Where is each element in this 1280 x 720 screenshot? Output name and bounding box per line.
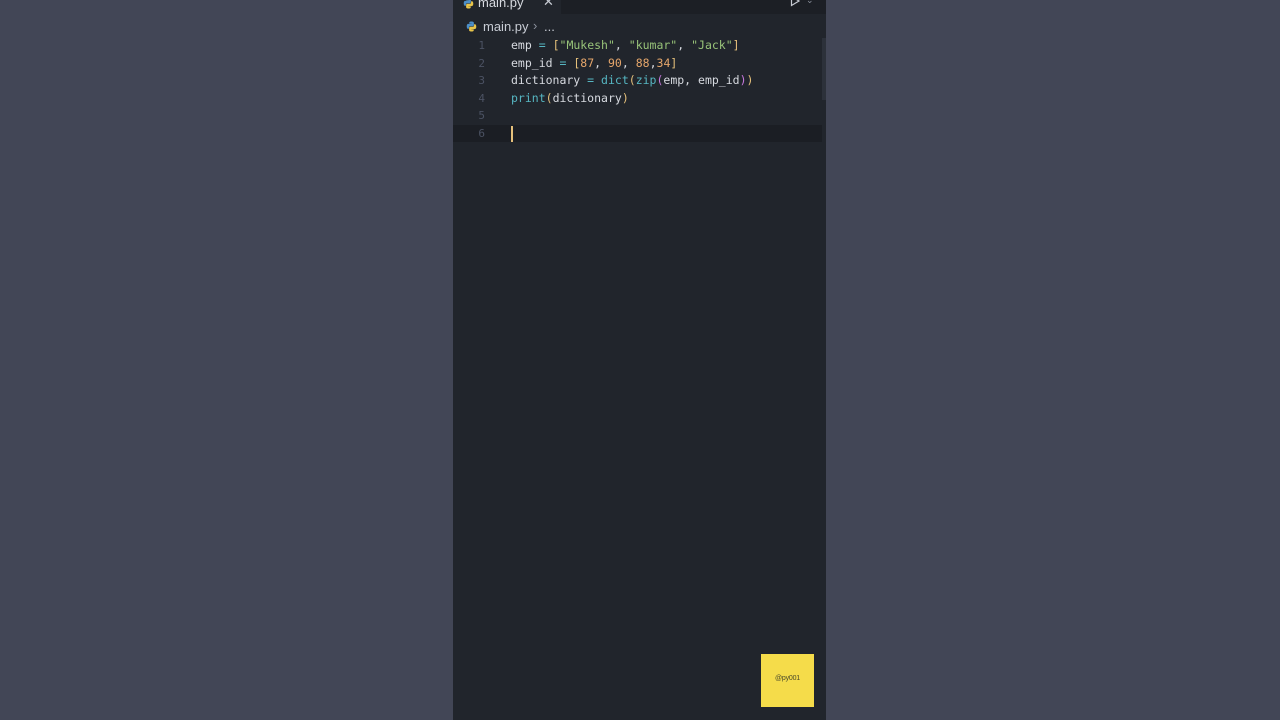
watermark-logo: @py001 (761, 654, 814, 707)
code-area[interactable]: 1 emp = ["Mukesh", "kumar", "Jack"] 2 emp_i… (453, 37, 826, 142)
vertical-scrollbar[interactable] (822, 38, 826, 100)
code-token: 90 (608, 55, 622, 70)
code-token: = (538, 38, 546, 52)
code-token: "Mukesh" (559, 38, 615, 52)
line-number: 1 (478, 39, 485, 52)
code-token: , (621, 55, 636, 70)
code-token: , (649, 55, 657, 70)
python-file-icon (463, 0, 474, 9)
code-token: ] (670, 55, 678, 70)
code-token: ( (545, 90, 553, 105)
chevron-right-icon: › (533, 18, 538, 33)
tab-label: main.py (478, 0, 524, 10)
code-token: ) (746, 73, 754, 87)
close-icon[interactable]: ✕ (543, 0, 554, 10)
text-cursor (511, 125, 513, 142)
code-token: ) (621, 90, 629, 105)
tab-main-py[interactable]: main.py ✕ (453, 0, 561, 14)
watermark-text: @py001 (775, 675, 800, 682)
code-token: "kumar" (628, 38, 678, 52)
code-token: , (594, 55, 608, 70)
code-token: , (677, 38, 692, 52)
python-file-icon (466, 21, 477, 32)
code-token: 87 (580, 55, 595, 70)
code-token: ] (732, 38, 740, 52)
code-text: print(dictionary) (511, 90, 629, 108)
code-line[interactable]: 5 (453, 107, 826, 125)
code-token: emp, emp_id (663, 73, 740, 87)
line-number: 2 (478, 56, 485, 70)
code-token: emp_id (511, 55, 560, 70)
line-number: 4 (478, 91, 485, 105)
code-line[interactable]: 3 dictionary = dict(zip(emp, emp_id)) (453, 72, 826, 90)
tab-bar: main.py ✕ ⌄ (453, 0, 826, 14)
code-token: print (511, 90, 546, 105)
code-token: dictionary (552, 90, 622, 105)
code-token: ) (739, 73, 747, 87)
code-token: dict (601, 73, 629, 87)
play-icon[interactable] (789, 0, 801, 7)
code-token: , (614, 38, 629, 52)
code-token: dictionary (511, 73, 588, 87)
line-number: 5 (478, 109, 485, 122)
chevron-down-icon[interactable]: ⌄ (806, 0, 814, 6)
breadcrumb-file[interactable]: main.py (483, 19, 529, 34)
code-token: ( (628, 73, 636, 87)
code-token: 88 (635, 55, 650, 70)
code-token: "Jack" (691, 38, 733, 52)
breadcrumb-more[interactable]: ... (544, 19, 555, 34)
code-text: dictionary = dict(zip(emp, emp_id)) (511, 72, 753, 90)
line-number: 6 (478, 126, 485, 140)
code-text: emp = ["Mukesh", "kumar", "Jack"] (511, 37, 740, 55)
code-token: [ (552, 38, 560, 52)
code-line[interactable]: 6 (453, 124, 822, 142)
code-line[interactable]: 2 emp_id = [87, 90, 88,34] (453, 55, 826, 73)
code-token: zip (635, 73, 657, 87)
breadcrumb: main.py › ... (453, 17, 826, 37)
code-line[interactable]: 4 print(dictionary) (453, 90, 826, 108)
code-text: emp_id = [87, 90, 88,34] (511, 55, 677, 73)
code-token: emp (511, 38, 539, 52)
code-editor-window: main.py ✕ ⌄ main.py › ... 1 emp = ["Mukes… (453, 0, 826, 720)
code-token: 34 (656, 55, 671, 70)
code-line[interactable]: 1 emp = ["Mukesh", "kumar", "Jack"] (453, 37, 826, 55)
line-number: 3 (478, 74, 485, 87)
